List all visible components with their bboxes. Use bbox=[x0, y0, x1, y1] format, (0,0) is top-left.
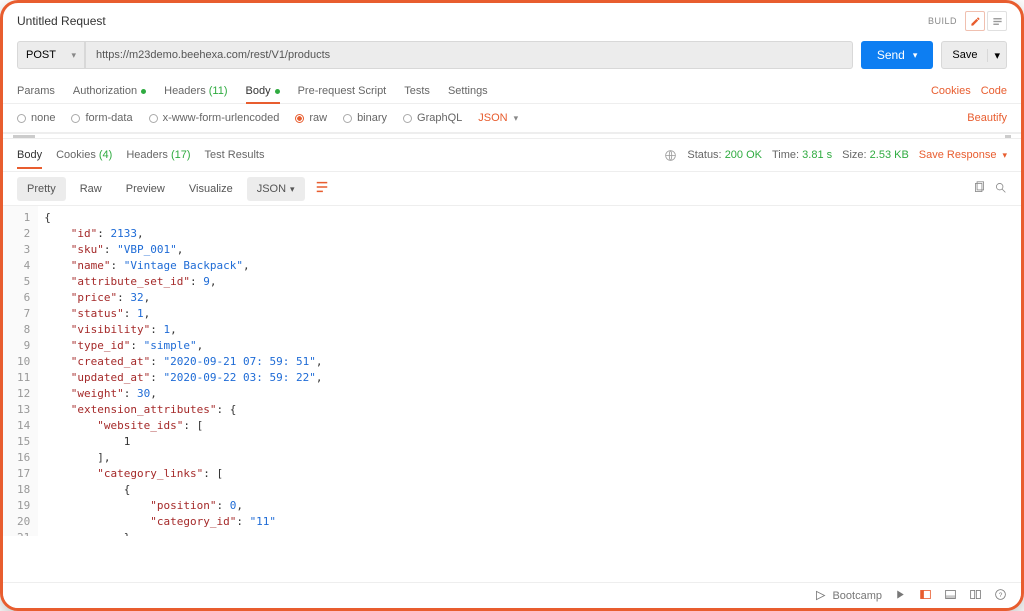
method-label: POST bbox=[26, 49, 56, 61]
panel-left-icon[interactable] bbox=[919, 588, 932, 604]
radio-urlencoded[interactable]: x-www-form-urlencoded bbox=[149, 112, 280, 124]
response-view-bar: Pretty Raw Preview Visualize JSON bbox=[3, 171, 1021, 206]
globe-icon bbox=[664, 149, 677, 162]
time-value: 3.81 s bbox=[802, 149, 832, 161]
method-select[interactable]: POST ▾ bbox=[17, 41, 85, 69]
resp-tab-headers[interactable]: Headers (17) bbox=[126, 145, 190, 165]
search-icon[interactable] bbox=[994, 181, 1007, 197]
send-button[interactable]: Send ▾ bbox=[861, 41, 934, 69]
tab-tests[interactable]: Tests bbox=[404, 79, 430, 103]
resp-tab-cookies[interactable]: Cookies (4) bbox=[56, 145, 112, 165]
save-button[interactable]: Save ▾ bbox=[941, 41, 1007, 69]
view-format-select[interactable]: JSON bbox=[247, 177, 305, 201]
tab-prerequest[interactable]: Pre-request Script bbox=[298, 79, 387, 103]
line-wrap-icon[interactable] bbox=[309, 176, 335, 201]
body-format-select[interactable]: JSON▾ bbox=[478, 112, 518, 124]
send-label: Send bbox=[877, 48, 905, 62]
url-text: https://m23demo.beehexa.com/rest/V1/prod… bbox=[96, 49, 330, 61]
edit-icon[interactable] bbox=[965, 11, 985, 31]
status-footer: Bootcamp ? bbox=[3, 582, 1021, 608]
status-meta: Status: 200 OK Time: 3.81 s Size: 2.53 K… bbox=[664, 149, 1007, 162]
response-tabs: Body Cookies (4) Headers (17) Test Resul… bbox=[3, 139, 1021, 171]
svg-text:?: ? bbox=[999, 591, 1003, 598]
save-label: Save bbox=[942, 49, 987, 61]
cookies-link[interactable]: Cookies bbox=[931, 85, 971, 97]
radio-graphql[interactable]: GraphQL bbox=[403, 112, 462, 124]
build-label: BUILD bbox=[928, 16, 957, 26]
radio-form-data[interactable]: form-data bbox=[71, 112, 132, 124]
dot-icon bbox=[275, 89, 280, 94]
two-pane-icon[interactable] bbox=[969, 588, 982, 604]
body-type-row: none form-data x-www-form-urlencoded raw… bbox=[3, 104, 1021, 133]
tab-authorization[interactable]: Authorization bbox=[73, 79, 146, 103]
resp-tab-body[interactable]: Body bbox=[17, 145, 42, 165]
help-icon[interactable]: ? bbox=[994, 588, 1007, 604]
tab-body[interactable]: Body bbox=[246, 79, 280, 103]
copy-icon[interactable] bbox=[973, 181, 986, 197]
body-editor-collapsed[interactable] bbox=[3, 133, 1021, 139]
bootcamp-icon bbox=[814, 589, 827, 602]
size-value: 2.53 KB bbox=[870, 149, 909, 161]
beautify-link[interactable]: Beautify bbox=[967, 112, 1007, 124]
code-content: { "id": 2133, "sku": "VBP_001", "name": … bbox=[38, 206, 322, 536]
view-preview[interactable]: Preview bbox=[116, 177, 175, 201]
dot-icon bbox=[141, 89, 146, 94]
view-visualize[interactable]: Visualize bbox=[179, 177, 243, 201]
radio-raw[interactable]: raw bbox=[295, 112, 327, 124]
resp-tab-tests[interactable]: Test Results bbox=[205, 145, 265, 165]
tab-headers[interactable]: Headers (11) bbox=[164, 79, 227, 103]
url-input[interactable]: https://m23demo.beehexa.com/rest/V1/prod… bbox=[85, 41, 853, 69]
code-link[interactable]: Code bbox=[981, 85, 1007, 97]
line-gutter: 1234567891011121314151617181920212223242… bbox=[3, 206, 38, 536]
runner-icon[interactable] bbox=[894, 588, 907, 604]
radio-binary[interactable]: binary bbox=[343, 112, 387, 124]
view-raw[interactable]: Raw bbox=[70, 177, 112, 201]
response-body-viewer[interactable]: 1234567891011121314151617181920212223242… bbox=[3, 206, 1021, 536]
comments-icon[interactable] bbox=[987, 11, 1007, 31]
radio-none[interactable]: none bbox=[17, 112, 55, 124]
view-pretty[interactable]: Pretty bbox=[17, 177, 66, 201]
save-response-button[interactable]: Save Response ▾ bbox=[919, 149, 1007, 161]
request-tabs: Params Authorization Headers (11) Body P… bbox=[3, 75, 1021, 104]
tab-settings[interactable]: Settings bbox=[448, 79, 488, 103]
title-bar: Untitled Request BUILD bbox=[3, 3, 1021, 35]
panel-bottom-icon[interactable] bbox=[944, 588, 957, 604]
status-value: 200 OK bbox=[725, 149, 762, 161]
bootcamp-button[interactable]: Bootcamp bbox=[814, 589, 882, 602]
request-title: Untitled Request bbox=[17, 14, 106, 28]
request-bar: POST ▾ https://m23demo.beehexa.com/rest/… bbox=[3, 35, 1021, 75]
tab-params[interactable]: Params bbox=[17, 79, 55, 103]
